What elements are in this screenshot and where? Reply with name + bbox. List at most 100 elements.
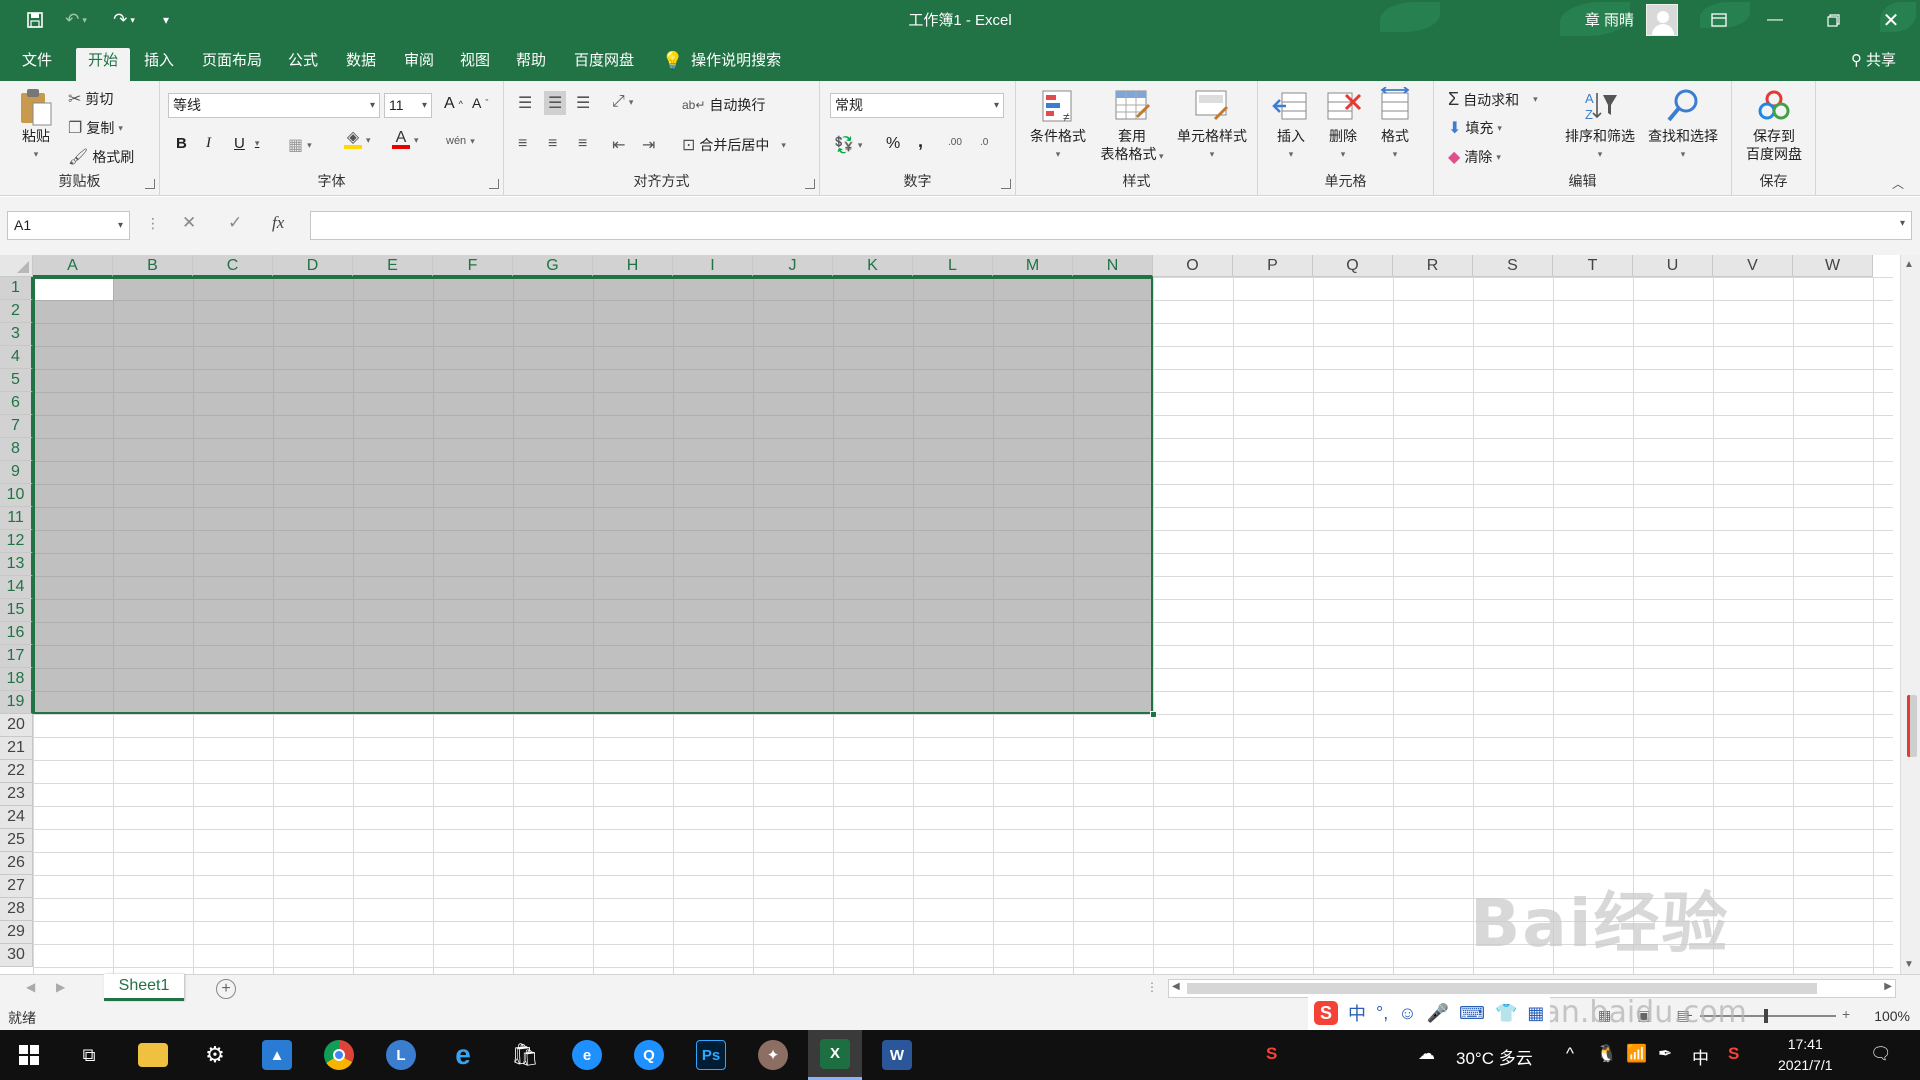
row-header[interactable]: 25 <box>0 829 33 852</box>
l-app-icon[interactable]: L <box>374 1030 428 1080</box>
network-icon[interactable]: 📶 <box>1626 1044 1647 1064</box>
save-icon[interactable] <box>22 8 48 32</box>
cell-styles-button[interactable]: 单元格样式 ▾ <box>1170 87 1254 163</box>
minimize-button[interactable]: — <box>1752 0 1798 40</box>
column-header[interactable]: D <box>273 255 353 277</box>
sogou-tray-icon[interactable]: S <box>1266 1044 1277 1064</box>
sort-filter-button[interactable]: AZ 排序和筛选 ▾ <box>1560 87 1640 163</box>
column-header[interactable]: J <box>753 255 833 277</box>
column-header[interactable]: U <box>1633 255 1713 277</box>
autosum-button[interactable]: Σ 自动求和 ▾ <box>1448 89 1538 110</box>
vertical-scrollbar[interactable]: ▲ ▼ <box>1900 255 1920 974</box>
tab-file[interactable]: 文件 <box>10 48 64 81</box>
horizontal-scroll-thumb[interactable] <box>1187 983 1817 994</box>
underline-button[interactable]: U ▾ <box>234 135 259 152</box>
copy-button[interactable]: ❐ 复制 ▾ <box>68 118 123 138</box>
ie-icon[interactable]: e <box>436 1030 490 1080</box>
column-header[interactable]: P <box>1233 255 1313 277</box>
tab-page-layout[interactable]: 页面布局 <box>190 48 274 81</box>
row-header[interactable]: 23 <box>0 783 33 806</box>
row-header[interactable]: 21 <box>0 737 33 760</box>
name-box[interactable]: A1 ▾ <box>7 211 130 240</box>
add-sheet-button[interactable]: + <box>216 979 236 999</box>
row-header[interactable]: 27 <box>0 875 33 898</box>
redo-icon[interactable]: ↷ ▾ <box>104 8 144 32</box>
row-header[interactable]: 30 <box>0 944 33 967</box>
number-format-select[interactable]: 常规 ▾ <box>830 93 1004 118</box>
word-taskbar-icon[interactable]: W <box>870 1030 924 1080</box>
row-header[interactable]: 2 <box>0 300 33 323</box>
avatar[interactable] <box>1646 4 1678 36</box>
notification-icon[interactable]: 🗨 <box>1870 1044 1892 1064</box>
decrease-decimal-button[interactable]: .0 <box>980 137 988 148</box>
column-header[interactable]: Q <box>1313 255 1393 277</box>
qq-icon[interactable]: 🐧 <box>1596 1044 1617 1064</box>
fill-button[interactable]: ⬇ 填充 ▾ <box>1448 118 1502 138</box>
photoshop-icon[interactable]: Ps <box>684 1030 738 1080</box>
column-header[interactable]: W <box>1793 255 1873 277</box>
user-name[interactable]: 章 雨晴 <box>1585 9 1634 30</box>
format-painter-button[interactable]: 🖌 格式刷 <box>68 147 134 167</box>
tab-insert[interactable]: 插入 <box>132 48 186 81</box>
undo-icon[interactable]: ↶ ▾ <box>58 8 94 32</box>
row-header[interactable]: 17 <box>0 645 33 668</box>
paste-button[interactable]: 粘贴 ▾ <box>14 87 58 163</box>
font-name-select[interactable]: 等线 ▾ <box>168 93 380 118</box>
font-color-button[interactable]: A ▾ <box>392 130 419 149</box>
save-to-netdisk-button[interactable]: 保存到 百度网盘 <box>1738 87 1810 163</box>
increase-indent-button[interactable]: ⇥ <box>642 135 655 155</box>
column-header[interactable]: I <box>673 255 753 277</box>
restore-button[interactable] <box>1810 0 1856 40</box>
increase-decimal-button[interactable]: .00 <box>948 137 962 148</box>
clock[interactable]: 17:41 2021/7/1 <box>1778 1034 1833 1076</box>
tab-baidu-netdisk[interactable]: 百度网盘 <box>562 48 646 81</box>
row-header[interactable]: 20 <box>0 714 33 737</box>
select-all-button[interactable] <box>0 255 33 277</box>
prev-sheet-icon[interactable]: ◀ <box>26 980 35 994</box>
ime-punctuation[interactable]: °, <box>1376 1003 1388 1024</box>
insert-function-icon[interactable]: fx <box>272 213 284 233</box>
find-select-button[interactable]: 查找和选择 ▾ <box>1642 87 1724 163</box>
column-header[interactable]: C <box>193 255 273 277</box>
shrink-font-button[interactable]: Aˇ <box>472 95 488 111</box>
tab-home[interactable]: 开始 <box>76 48 131 81</box>
task-view-icon[interactable]: ⧉ <box>62 1030 116 1080</box>
file-explorer-icon[interactable] <box>126 1030 180 1080</box>
row-header[interactable]: 28 <box>0 898 33 921</box>
vertical-scroll-thumb[interactable] <box>1907 695 1917 757</box>
splitter-icon[interactable]: ⋮ <box>1146 980 1158 994</box>
row-header[interactable]: 24 <box>0 806 33 829</box>
game-icon[interactable]: ✦ <box>746 1030 800 1080</box>
close-button[interactable]: ✕ <box>1868 0 1914 40</box>
formula-input[interactable]: ▾ <box>310 211 1912 240</box>
ribbon-display-icon[interactable] <box>1696 0 1742 40</box>
column-header[interactable]: G <box>513 255 593 277</box>
row-header[interactable]: 1 <box>0 277 33 300</box>
next-sheet-icon[interactable]: ▶ <box>56 980 65 994</box>
zoom-slider-knob[interactable] <box>1764 1009 1768 1023</box>
tab-view[interactable]: 视图 <box>448 48 502 81</box>
row-header[interactable]: 10 <box>0 484 33 507</box>
accounting-format-button[interactable]: 💱 ▾ <box>834 135 862 155</box>
conditional-formatting-button[interactable]: ≠ 条件格式 ▾ <box>1024 87 1092 163</box>
column-header[interactable]: T <box>1553 255 1633 277</box>
row-header[interactable]: 5 <box>0 369 33 392</box>
orientation-button[interactable]: ⤢ ▾ <box>612 93 633 111</box>
format-cells-button[interactable]: 格式 ▾ <box>1372 86 1418 163</box>
clear-button[interactable]: ◆ 清除 ▾ <box>1448 147 1501 167</box>
worksheet-grid[interactable]: ABCDEFGHIJKLMNOPQRSTUVW 1 2 3 4 5 6 7 8 9 10 11 12 1… <box>0 255 1920 974</box>
edge-icon[interactable]: e <box>560 1030 614 1080</box>
wrap-text-button[interactable]: ab↵ 自动换行 <box>682 95 765 115</box>
row-header[interactable]: 15 <box>0 599 33 622</box>
align-middle-button[interactable]: ☰ <box>544 91 567 115</box>
microphone-icon[interactable]: 🎤 <box>1427 1003 1449 1024</box>
share-button[interactable]: ⚲ 共享 <box>1851 48 1896 74</box>
column-header[interactable]: O <box>1153 255 1233 277</box>
column-header[interactable]: M <box>993 255 1073 277</box>
decrease-indent-button[interactable]: ⇤ <box>612 135 625 155</box>
number-launcher-icon[interactable] <box>1001 179 1011 189</box>
row-header[interactable]: 12 <box>0 530 33 553</box>
italic-button[interactable]: I <box>206 135 211 152</box>
align-bottom-button[interactable]: ☰ <box>576 93 590 113</box>
store-icon[interactable]: 🛍 <box>498 1030 552 1080</box>
